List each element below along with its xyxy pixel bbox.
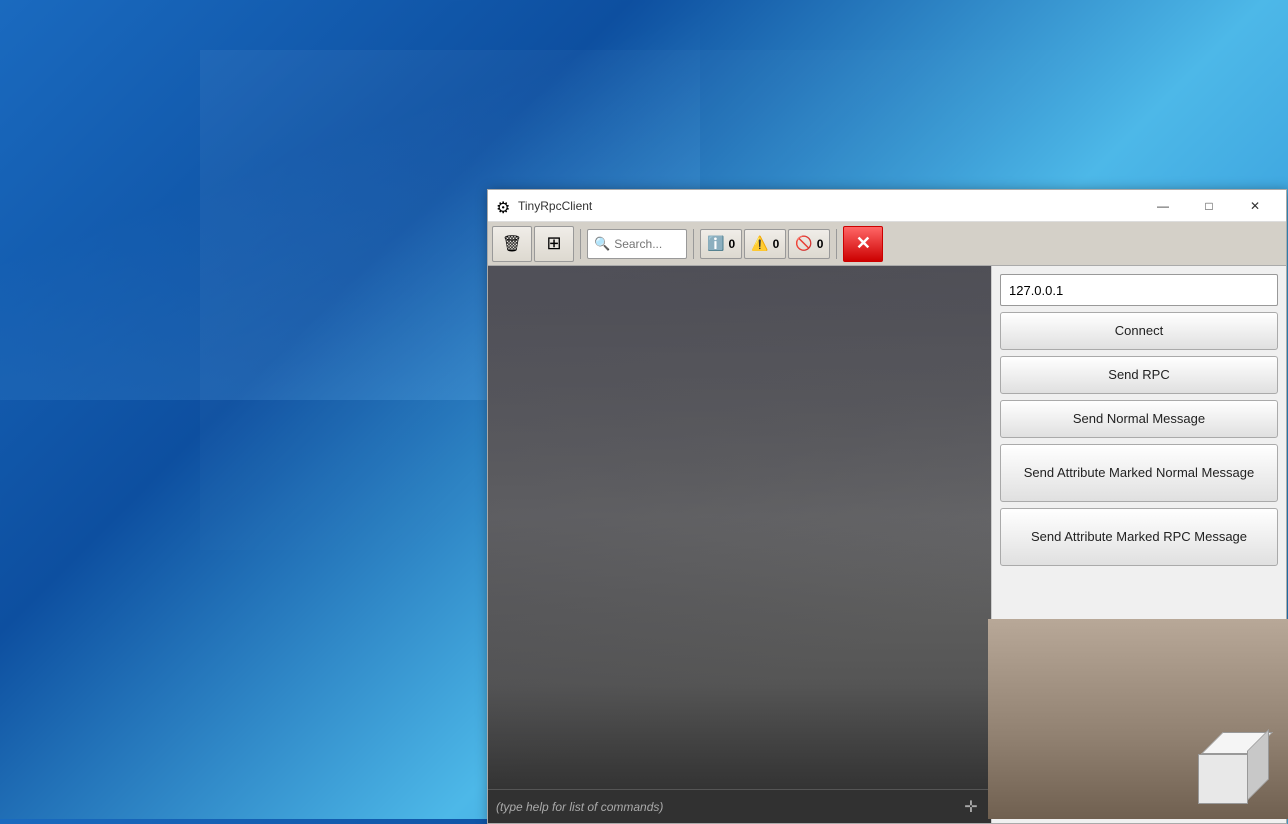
error-icon: 🚫 bbox=[795, 235, 812, 252]
canvas-gradient bbox=[488, 266, 991, 823]
close-x-icon: ✕ bbox=[856, 233, 871, 254]
scene-area bbox=[988, 619, 1288, 819]
info-count: 0 bbox=[728, 237, 735, 251]
separator-3 bbox=[836, 229, 837, 259]
send-normal-message-button[interactable]: Send Normal Message bbox=[1000, 400, 1278, 438]
send-attr-rpc-message-button[interactable]: Send Attribute Marked RPC Message bbox=[1000, 508, 1278, 566]
warn-badge[interactable]: ⚠️ 0 bbox=[744, 229, 786, 259]
send-rpc-label: Send RPC bbox=[1108, 367, 1169, 384]
send-attr-rpc-message-label: Send Attribute Marked RPC Message bbox=[1031, 529, 1247, 546]
search-icon: 🔍 bbox=[594, 236, 610, 252]
separator-2 bbox=[693, 229, 694, 259]
canvas-input-bar[interactable]: (type help for list of commands) ✛ bbox=[488, 789, 991, 823]
error-badge[interactable]: 🚫 0 bbox=[788, 229, 830, 259]
send-attr-normal-message-label: Send Attribute Marked Normal Message bbox=[1024, 465, 1255, 482]
send-rpc-button[interactable]: Send RPC bbox=[1000, 356, 1278, 394]
info-badge[interactable]: ℹ️ 0 bbox=[700, 229, 742, 259]
search-box[interactable]: 🔍 bbox=[587, 229, 687, 259]
title-bar: ⚙ TinyRpcClient — □ ✕ bbox=[488, 190, 1286, 222]
connect-button[interactable]: Connect bbox=[1000, 312, 1278, 350]
warn-count: 0 bbox=[773, 237, 780, 251]
close-button[interactable]: ✕ bbox=[1232, 190, 1278, 222]
canvas-input-hint: (type help for list of commands) bbox=[496, 800, 959, 814]
grid-icon: ⊞ bbox=[546, 233, 561, 254]
ip-input[interactable] bbox=[1000, 274, 1278, 306]
minimize-button[interactable]: — bbox=[1140, 190, 1186, 222]
window-title: TinyRpcClient bbox=[518, 199, 1140, 213]
send-normal-message-label: Send Normal Message bbox=[1073, 411, 1205, 428]
error-count: 0 bbox=[817, 237, 824, 251]
window-controls: — □ ✕ bbox=[1140, 190, 1278, 222]
maximize-button[interactable]: □ bbox=[1186, 190, 1232, 222]
toolbar-close-button[interactable]: ✕ bbox=[843, 226, 883, 262]
3d-box bbox=[1183, 724, 1263, 804]
move-icon[interactable]: ✛ bbox=[959, 795, 983, 819]
trash-icon: 🗑 bbox=[502, 234, 522, 254]
box-front-face bbox=[1198, 754, 1248, 804]
separator-1 bbox=[580, 229, 581, 259]
info-icon: ℹ️ bbox=[707, 235, 724, 252]
grid-button[interactable]: ⊞ bbox=[534, 226, 574, 262]
canvas-area: (type help for list of commands) ✛ bbox=[488, 266, 991, 823]
connect-label: Connect bbox=[1115, 323, 1163, 340]
send-attr-normal-message-button[interactable]: Send Attribute Marked Normal Message bbox=[1000, 444, 1278, 502]
app-icon: ⚙ bbox=[496, 198, 512, 214]
warn-icon: ⚠️ bbox=[751, 235, 768, 252]
toolbar: 🗑 ⊞ 🔍 ℹ️ 0 ⚠️ 0 🚫 0 ✕ bbox=[488, 222, 1286, 266]
search-input[interactable] bbox=[614, 237, 684, 251]
trash-button[interactable]: 🗑 bbox=[492, 226, 532, 262]
